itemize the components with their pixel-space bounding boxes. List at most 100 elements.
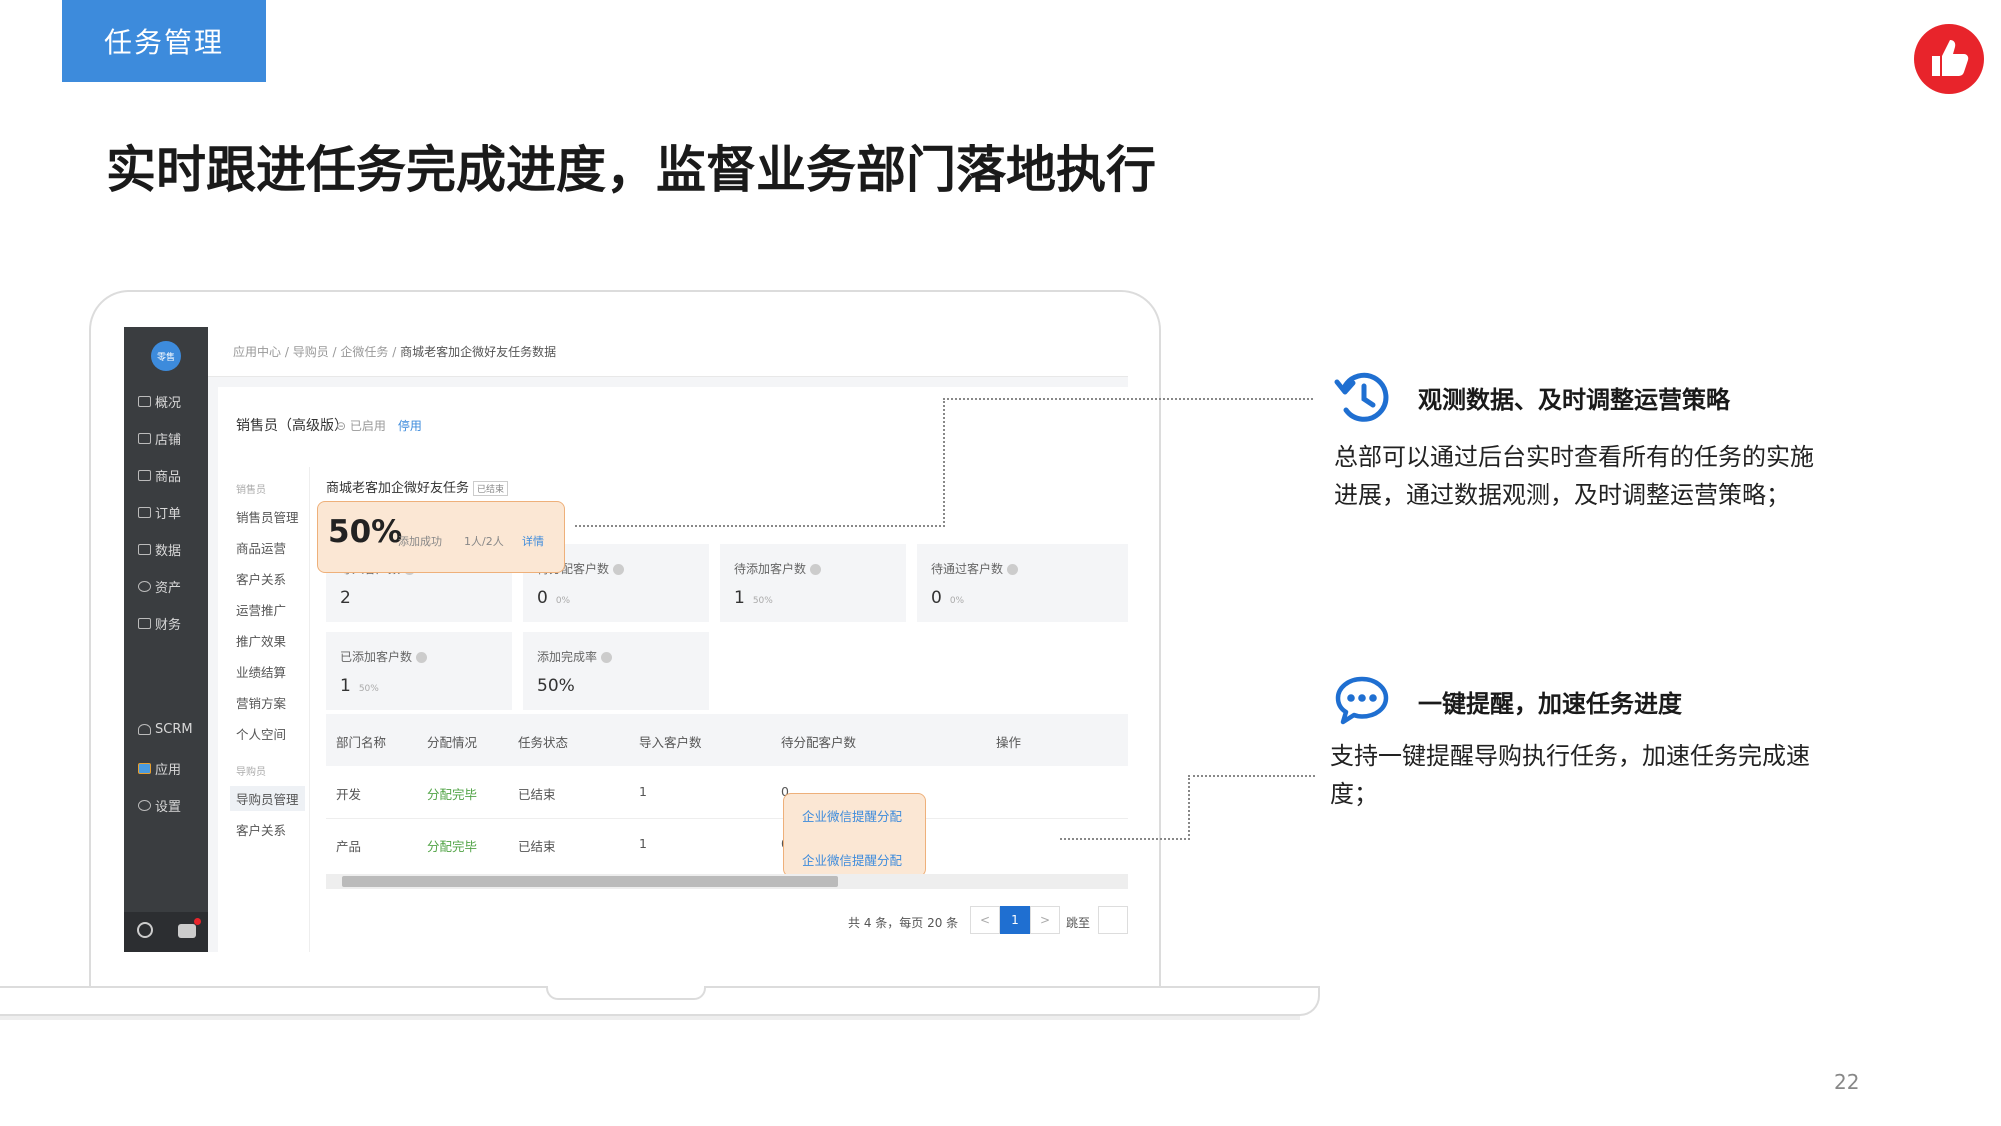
task-status-badge: 已结束 (473, 481, 509, 496)
prev-page-button[interactable]: < (970, 906, 1000, 934)
column-header: 导入客户数 (639, 735, 702, 750)
monitor-icon (138, 396, 151, 407)
task-title: 商城老客加企微好友任务 已结束 (326, 477, 509, 496)
store-icon (138, 433, 151, 444)
next-page-button[interactable]: > (1030, 906, 1060, 934)
subnav-group-label: 导购员 (236, 767, 266, 778)
section-tag: 任务管理 (62, 0, 266, 82)
breadcrumb-item[interactable]: 企微任务 (340, 345, 388, 359)
info-icon (810, 564, 822, 575)
subnav-item[interactable]: 个人空间 (236, 724, 286, 743)
stat-card: 待通过客户数 0 0% (917, 544, 1128, 622)
app-screen: 零售 概况 店铺 商品 订单 数据 资产 财务 SCRM 应用 设置 应用中心 … (124, 327, 1128, 952)
breadcrumb: 应用中心 / 导购员 / 企微任务 / 商城老客加企微好友任务数据 (208, 327, 1128, 377)
info-icon (416, 652, 428, 663)
callout-body: 总部可以通过后台实时查看所有的任务的实施进展，通过数据观测，及时调整运营策略； (1334, 443, 1814, 509)
info-icon (601, 652, 613, 663)
target-icon (138, 581, 151, 592)
content-panel: 销售员（高级版） ⊝ 已启用 停用 销售员 销售员管理 商品运营 客户关系 运营… (218, 387, 1128, 952)
column-header: 分配情况 (427, 735, 478, 750)
slide: 任务管理 实时跟进任务完成进度，监督业务部门落地执行 零售 概况 店铺 商品 订… (0, 0, 2001, 1126)
subnav-item[interactable]: 推广效果 (236, 631, 286, 650)
subnav-item[interactable]: 客户关系 (236, 569, 286, 588)
info-icon (613, 564, 625, 575)
breadcrumb-current: 商城老客加企微好友任务数据 (400, 345, 557, 359)
subnav-item[interactable]: 运营推广 (236, 600, 286, 619)
sidebar-item-settings[interactable]: 设置 (138, 796, 181, 815)
completion-count: 1人/2人 (464, 535, 504, 548)
history-clock-icon (1334, 372, 1389, 422)
action-highlight: 企业微信提醒分配 企业微信提醒分配 (783, 793, 926, 877)
subnav-item-active[interactable]: 导购员管理 (230, 786, 305, 811)
scrollbar-thumb[interactable] (342, 876, 838, 887)
avatar[interactable]: 零售 (151, 341, 181, 371)
sub-navigation: 销售员 销售员管理 商品运营 客户关系 运营推广 推广效果 业绩结算 营销方案 … (218, 467, 310, 952)
callout-title: 观测数据、及时调整运营策略 (1418, 386, 1730, 414)
stat-card: 待添加客户数 1 50% (720, 544, 906, 622)
sidebar-footer (124, 912, 208, 952)
column-header: 任务状态 (518, 735, 569, 750)
connector-line (1188, 775, 1190, 840)
remind-button[interactable]: 企业微信提醒分配 (802, 850, 902, 869)
page-number: 22 (1834, 1070, 1860, 1094)
horizontal-scrollbar[interactable] (326, 874, 1128, 889)
connector-line (1188, 775, 1315, 777)
panel-title: 销售员（高级版） (236, 418, 348, 434)
laptop-shadow (0, 1016, 1300, 1020)
connector-line (575, 525, 945, 527)
stat-card: 添加完成率 50% (523, 632, 709, 710)
subnav-item[interactable]: 销售员管理 (236, 507, 299, 526)
sidebar-item-overview[interactable]: 概况 (138, 392, 181, 411)
list-icon (138, 507, 151, 518)
breadcrumb-item[interactable]: 应用中心 (233, 345, 281, 359)
sidebar-item-orders[interactable]: 订单 (138, 503, 181, 522)
sidebar-item-data[interactable]: 数据 (138, 540, 181, 559)
subnav-item[interactable]: 营销方案 (236, 693, 286, 712)
apps-icon (138, 763, 151, 774)
stop-link[interactable]: 停用 (398, 419, 422, 433)
sidebar-item-apps[interactable]: 应用 (138, 759, 181, 778)
row-divider (326, 818, 1128, 819)
wallet-icon (138, 618, 151, 629)
completion-percent: 50% (328, 514, 403, 550)
column-header: 操作 (996, 735, 1022, 750)
user-icon (138, 724, 151, 735)
gear-icon (138, 800, 151, 811)
chat-bubble-icon (1335, 676, 1389, 725)
subnav-item[interactable]: 客户关系 (236, 820, 286, 839)
detail-link[interactable]: 详情 (522, 533, 544, 549)
headline: 实时跟进任务完成进度，监督业务部门落地执行 (106, 141, 1156, 199)
column-header: 待分配客户数 (781, 735, 857, 750)
connector-line (943, 398, 945, 527)
sidebar-item-scrm[interactable]: SCRM (138, 722, 193, 737)
completion-highlight: 50% 添加成功 1人/2人 详情 (317, 501, 565, 573)
sidebar-item-store[interactable]: 店铺 (138, 429, 181, 448)
search-icon[interactable] (137, 922, 153, 938)
breadcrumb-item[interactable]: 导购员 (293, 345, 329, 359)
sidebar-item-assets[interactable]: 资产 (138, 577, 181, 596)
clock-icon: ⊝ (336, 419, 350, 433)
callout-body: 支持一键提醒导购执行任务，加速任务完成速度； (1330, 742, 1810, 808)
subnav-item[interactable]: 商品运营 (236, 538, 286, 557)
remind-button[interactable]: 企业微信提醒分配 (802, 806, 902, 825)
thumbs-up-logo-icon (1914, 24, 1984, 94)
completion-label: 添加成功 (398, 535, 442, 548)
sidebar-item-finance[interactable]: 财务 (138, 614, 181, 633)
table-header: 部门名称 分配情况 任务状态 导入客户数 待分配客户数 操作 (326, 714, 1128, 766)
pagination: 共 4 条，每页 20 条 < 1 > 跳至 (218, 906, 1128, 936)
bar-chart-icon (138, 544, 151, 555)
subnav-item[interactable]: 业绩结算 (236, 662, 286, 681)
app-sidebar: 零售 概况 店铺 商品 订单 数据 资产 财务 SCRM 应用 设置 (124, 327, 208, 952)
jump-input[interactable] (1098, 906, 1128, 934)
subnav-group-label: 销售员 (236, 485, 266, 496)
notification-dot (194, 918, 201, 925)
stat-card: 已添加客户数 1 50% (326, 632, 512, 710)
page-button-active[interactable]: 1 (1000, 906, 1030, 934)
info-icon (1007, 564, 1019, 575)
jump-label: 跳至 (1066, 916, 1091, 930)
message-icon[interactable] (178, 924, 196, 938)
sidebar-item-goods[interactable]: 商品 (138, 466, 181, 485)
laptop-notch (546, 986, 706, 1000)
column-header: 部门名称 (336, 735, 387, 750)
connector-line (1060, 838, 1190, 840)
